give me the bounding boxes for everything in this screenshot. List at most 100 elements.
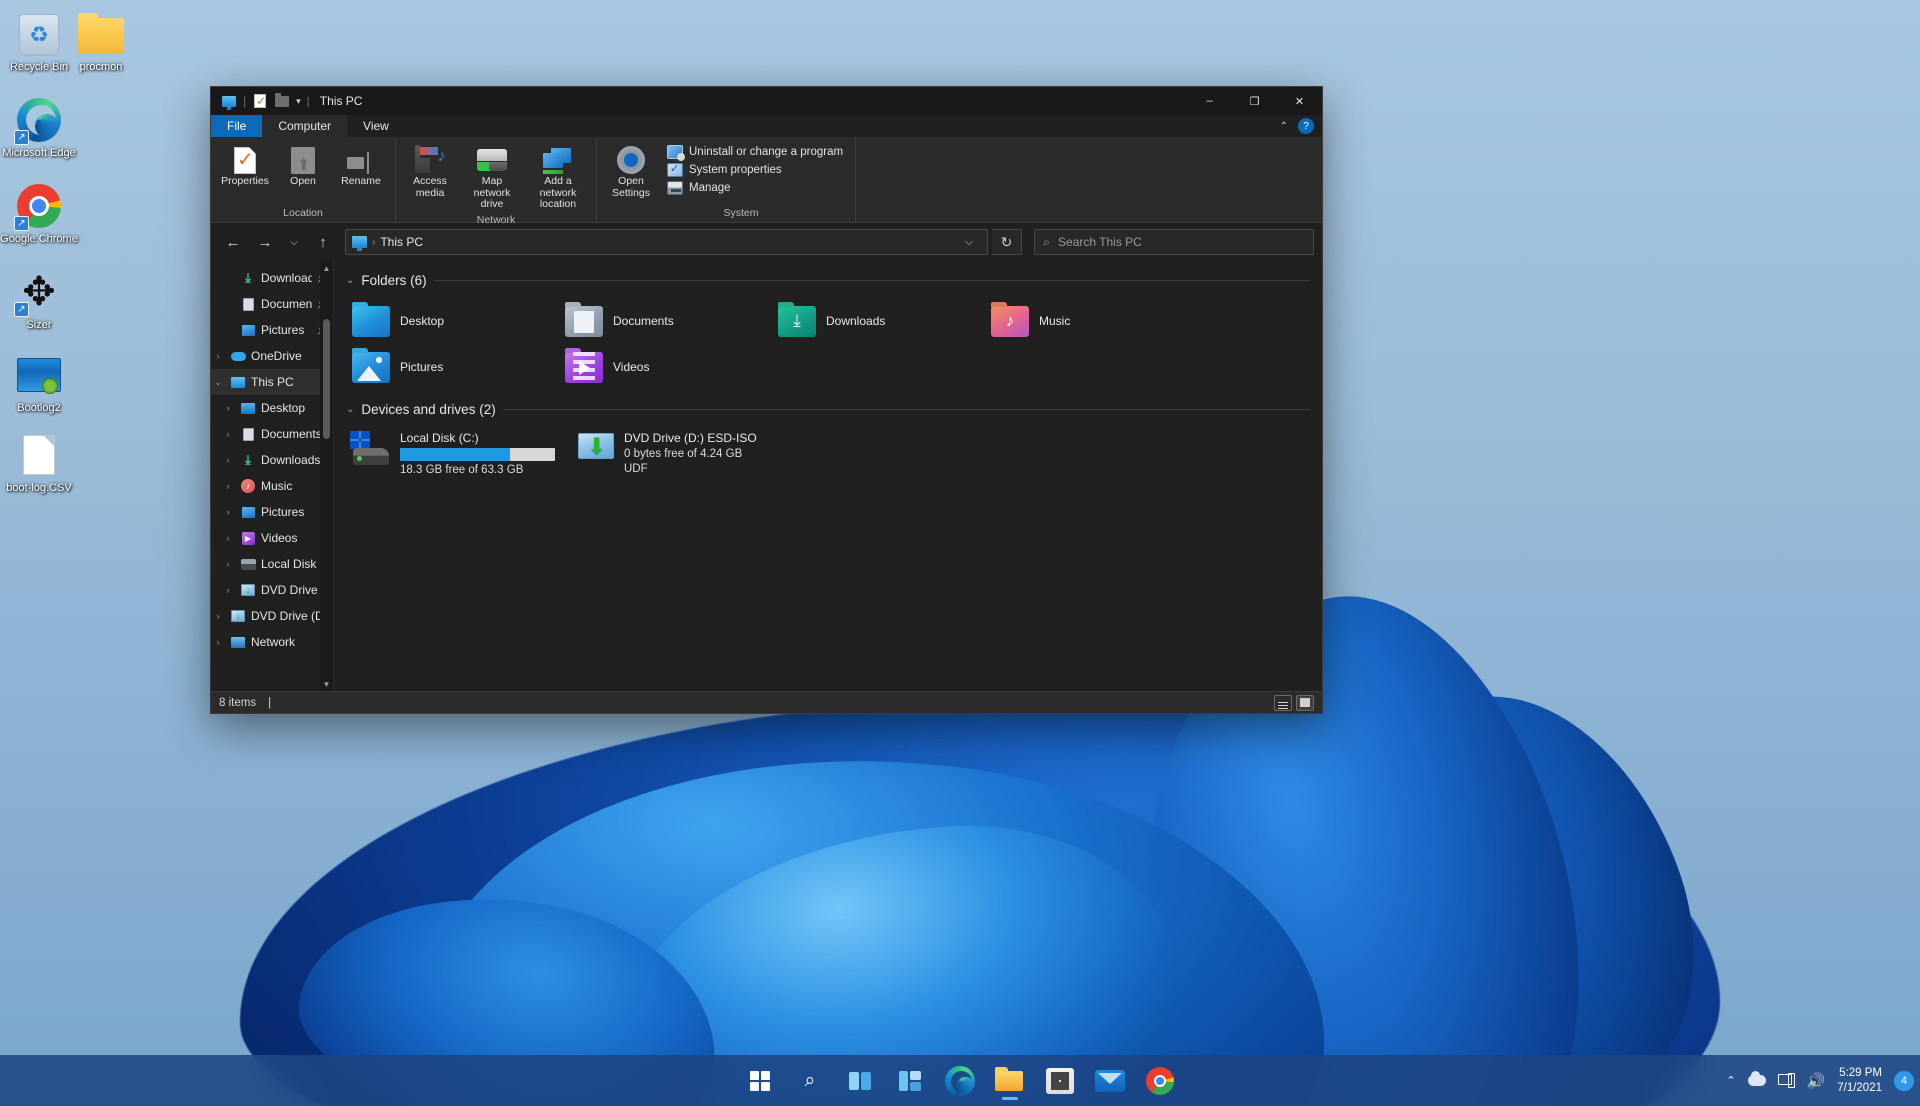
- sidebar-item-onedrive[interactable]: › OneDrive: [211, 343, 333, 369]
- desktop-icon-microsoft-edge[interactable]: ↗ Microsoft Edge: [0, 90, 78, 160]
- show-hidden-icons-button[interactable]: ⌃: [1726, 1074, 1735, 1087]
- scroll-down-arrow-icon[interactable]: ▼: [320, 677, 333, 691]
- folder-tile-pictures[interactable]: Pictures: [348, 344, 561, 390]
- sidebar-item-desktop[interactable]: › Desktop: [211, 395, 333, 421]
- expand-chevron-icon[interactable]: ›: [211, 611, 225, 621]
- maximize-button[interactable]: ❐: [1232, 87, 1277, 115]
- onedrive-tray-icon[interactable]: [1747, 1071, 1766, 1086]
- recent-locations-button[interactable]: ⌵: [283, 228, 305, 256]
- folder-tile-desktop[interactable]: Desktop: [348, 298, 561, 344]
- address-dropdown-button[interactable]: ⌵: [957, 236, 981, 249]
- task-view-button[interactable]: [840, 1061, 880, 1101]
- close-button[interactable]: ✕: [1277, 87, 1322, 115]
- ribbon-tab-strip[interactable]: File Computer View ⌃ ?: [211, 115, 1322, 137]
- widgets-button[interactable]: [890, 1061, 930, 1101]
- folder-icon[interactable]: [274, 92, 290, 109]
- forward-button[interactable]: →: [251, 228, 279, 256]
- expand-chevron-icon[interactable]: ›: [221, 429, 235, 439]
- up-button[interactable]: ↑: [309, 228, 337, 256]
- sidebar-item-downloads[interactable]: › ⤓ Downloads: [211, 447, 333, 473]
- minimize-button[interactable]: –: [1187, 87, 1232, 115]
- sidebar-item-pictures[interactable]: Pictures📌: [211, 317, 333, 343]
- sidebar-item-local-disk-c[interactable]: › Local Disk (C:): [211, 551, 333, 577]
- start-button[interactable]: [740, 1061, 780, 1101]
- tab-view[interactable]: View: [347, 115, 405, 137]
- sidebar-item-dvd-drive-d-e[interactable]: › ↓ DVD Drive (D:) E: [211, 577, 333, 603]
- window-controls[interactable]: – ❐ ✕: [1187, 87, 1322, 115]
- system-properties-button[interactable]: System properties: [667, 162, 843, 177]
- edge-taskbar-button[interactable]: [940, 1061, 980, 1101]
- chevron-down-icon[interactable]: ⌄: [346, 404, 354, 415]
- title-bar[interactable]: | ▾ | This PC – ❐ ✕: [211, 87, 1322, 115]
- sidebar-item-dvd-drive-d-es[interactable]: › ↓ DVD Drive (D:) ES: [211, 603, 333, 629]
- breadcrumb-path[interactable]: This PC: [380, 235, 423, 249]
- scroll-up-arrow-icon[interactable]: ▲: [320, 261, 333, 275]
- expand-chevron-icon[interactable]: ›: [221, 481, 235, 491]
- chevron-down-icon[interactable]: ▾: [296, 96, 301, 107]
- help-button[interactable]: ?: [1298, 118, 1314, 134]
- open-settings-button[interactable]: Open Settings: [603, 141, 659, 202]
- chevron-down-icon[interactable]: ⌄: [346, 275, 354, 286]
- search-input[interactable]: [1058, 235, 1305, 249]
- uninstall-or-change-a-program-button[interactable]: Uninstall or change a program: [667, 145, 843, 161]
- folders-group-header[interactable]: ⌄ Folders (6): [344, 269, 1322, 292]
- navigation-scrollbar[interactable]: ▲ ▼: [320, 261, 333, 691]
- expand-chevron-icon[interactable]: ›: [221, 559, 235, 569]
- search-button[interactable]: ⌕: [790, 1061, 830, 1101]
- expand-chevron-icon[interactable]: ›: [221, 533, 235, 543]
- map-network-drive-button[interactable]: Map network drive: [460, 141, 524, 214]
- expand-chevron-icon[interactable]: ›: [211, 351, 225, 361]
- microsoft-store-taskbar-button[interactable]: [1040, 1061, 1080, 1101]
- sidebar-item-documents[interactable]: › Documents: [211, 421, 333, 447]
- scrollbar-thumb[interactable]: [323, 319, 330, 439]
- tab-file[interactable]: File: [211, 115, 263, 137]
- mail-taskbar-button[interactable]: [1090, 1061, 1130, 1101]
- drive-tile-dvd-drive-d[interactable]: ⬇ DVD Drive (D:) ESD-ISO 0 bytes free of 4…: [576, 425, 804, 480]
- properties-button[interactable]: Properties: [217, 141, 273, 191]
- sidebar-item-downloads[interactable]: ⤓Downloads📌: [211, 265, 333, 291]
- desktop-icon-sizer[interactable]: ↗ Sizer: [0, 262, 78, 332]
- desktop-icon-boot-log-csv[interactable]: boot-log.CSV: [0, 425, 78, 495]
- expand-chevron-icon[interactable]: ›: [221, 507, 235, 517]
- expand-chevron-icon[interactable]: ›: [211, 637, 225, 647]
- expand-chevron-icon[interactable]: ›: [221, 585, 235, 595]
- details-view-button[interactable]: [1274, 694, 1292, 711]
- expand-chevron-icon[interactable]: ›: [221, 455, 235, 465]
- folder-tile-videos[interactable]: Videos: [561, 344, 774, 390]
- rename-button[interactable]: Rename: [333, 141, 389, 191]
- network-tray-icon[interactable]: [1777, 1073, 1795, 1088]
- open-button[interactable]: Open: [275, 141, 331, 191]
- sidebar-item-documents[interactable]: Documents📌: [211, 291, 333, 317]
- sidebar-item-this-pc[interactable]: ⌄ This PC: [211, 369, 333, 395]
- search-box[interactable]: ⌕: [1034, 229, 1314, 255]
- folder-tile-documents[interactable]: Documents: [561, 298, 774, 344]
- large-icons-view-button[interactable]: [1296, 694, 1314, 711]
- chrome-taskbar-button[interactable]: [1140, 1061, 1180, 1101]
- manage-button[interactable]: Manage: [667, 181, 843, 195]
- quick-access-toolbar[interactable]: | ▾ |: [221, 92, 310, 110]
- drive-tile-local-disk-c[interactable]: Local Disk (C:) 18.3 GB free of 63.3 GB: [348, 425, 576, 480]
- properties-icon[interactable]: [252, 93, 268, 109]
- sidebar-item-music[interactable]: › ♪ Music: [211, 473, 333, 499]
- drives-group-header[interactable]: ⌄ Devices and drives (2): [344, 398, 1322, 421]
- file-explorer-taskbar-button[interactable]: [990, 1061, 1030, 1101]
- desktop-icon-google-chrome[interactable]: ↗ Google Chrome: [0, 176, 78, 246]
- collapse-ribbon-icon[interactable]: ⌃: [1280, 121, 1288, 132]
- expand-chevron-icon[interactable]: ›: [221, 403, 235, 413]
- sidebar-item-pictures[interactable]: › Pictures: [211, 499, 333, 525]
- desktop-icon-bootlog2[interactable]: Bootlog2: [0, 345, 78, 415]
- folder-tile-downloads[interactable]: ⤓ Downloads: [774, 298, 987, 344]
- volume-tray-icon[interactable]: 🔊: [1807, 1072, 1826, 1090]
- access-media-button[interactable]: ♪ Access media: [402, 141, 458, 202]
- expand-chevron-icon[interactable]: ⌄: [211, 377, 225, 388]
- clock[interactable]: 5:29 PM 7/1/2021: [1837, 1066, 1882, 1096]
- back-button[interactable]: ←: [219, 228, 247, 256]
- tab-computer[interactable]: Computer: [262, 115, 348, 137]
- sidebar-item-videos[interactable]: › ▶ Videos: [211, 525, 333, 551]
- desktop-icon-procmon[interactable]: procmon: [62, 4, 140, 74]
- refresh-button[interactable]: ↻: [992, 229, 1022, 255]
- sidebar-item-network[interactable]: › Network: [211, 629, 333, 655]
- notification-badge[interactable]: 4: [1894, 1070, 1914, 1091]
- add-network-location-button[interactable]: Add a network location: [526, 141, 590, 214]
- content-pane[interactable]: ⌄ Folders (6) Desktop Documents ⤓ Downloads…: [333, 261, 1322, 691]
